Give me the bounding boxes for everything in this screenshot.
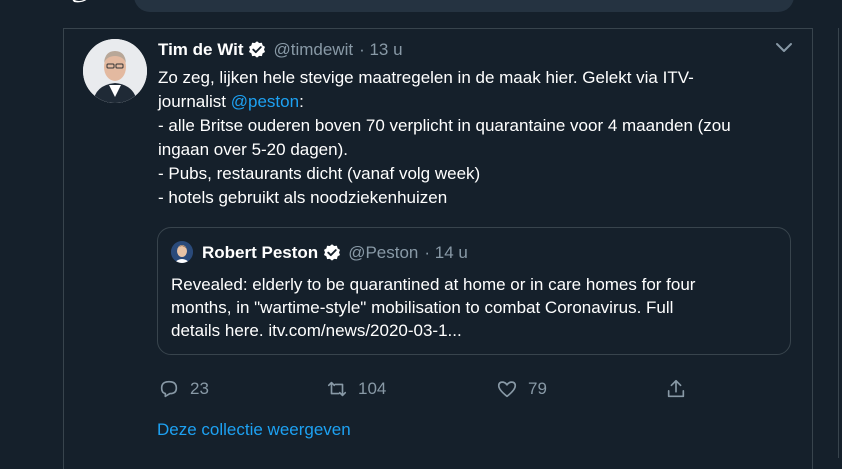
quoted-text: Revealed: elderly to be quarantined at h… xyxy=(171,273,781,342)
quoted-author-name: Robert Peston xyxy=(202,243,319,262)
reply-button[interactable]: 23 xyxy=(158,376,209,402)
quoted-avatar-photo xyxy=(171,241,193,263)
mention-link[interactable]: @peston xyxy=(231,92,299,111)
like-count: 79 xyxy=(528,379,547,398)
tweet-header: Tim de Wit @timdewit · 13 u xyxy=(158,38,403,62)
share-button[interactable] xyxy=(665,376,687,402)
tweet-text-segment: journalist xyxy=(158,92,231,111)
reply-icon xyxy=(160,380,178,398)
author-handle[interactable]: @timdewit xyxy=(273,40,353,60)
share-icon xyxy=(667,379,685,398)
retweet-count: 104 xyxy=(358,379,387,398)
reply-count: 23 xyxy=(190,379,209,398)
tweet-text-line: - hotels gebruikt als noodziekenhuizen xyxy=(158,188,448,207)
tweet-text-line: - alle Britse ouderen boven 70 verplicht… xyxy=(158,116,731,135)
search-input[interactable] xyxy=(134,0,794,12)
quoted-text-line: details here. itv.com/news/2020-03-1... xyxy=(171,321,462,340)
chevron-down-icon[interactable] xyxy=(774,40,794,56)
verified-badge-icon xyxy=(324,244,341,261)
quoted-text-line: months, in "wartime-style" mobilisation … xyxy=(171,298,674,317)
tweet-text-line: ingaan over 5-20 dagen). xyxy=(158,140,348,159)
quoted-text-line: Revealed: elderly to be quarantined at h… xyxy=(171,275,696,294)
retweet-icon xyxy=(327,381,347,397)
retweet-button[interactable]: 104 xyxy=(326,376,386,402)
avatar-photo xyxy=(83,39,147,103)
top-bar xyxy=(0,0,842,14)
tweet-text: Zo zeg, lijken hele stevige maatregelen … xyxy=(158,66,798,210)
tweet-text-line: journalist @peston: xyxy=(158,90,798,114)
divider xyxy=(838,28,839,458)
twitter-logo-icon[interactable] xyxy=(66,0,96,4)
tweet-actions: 23 104 79 xyxy=(158,376,698,402)
view-collection-link[interactable]: Deze collectie weergeven xyxy=(157,420,351,440)
like-icon xyxy=(497,381,517,398)
tweet-text-line: - Pubs, restaurants dicht (vanaf volg we… xyxy=(158,164,481,183)
verified-badge-icon xyxy=(249,41,266,58)
tweet-text-segment: : xyxy=(299,92,304,111)
quoted-avatar xyxy=(171,241,193,263)
quoted-time: · 14 u xyxy=(424,243,468,262)
quoted-tweet[interactable]: Robert Peston @Peston · 14 u Revealed: e… xyxy=(157,227,791,355)
quoted-header: Robert Peston @Peston · 14 u xyxy=(202,241,468,265)
like-button[interactable]: 79 xyxy=(496,376,547,402)
avatar[interactable] xyxy=(83,39,147,103)
tweet-text-line: Zo zeg, lijken hele stevige maatregelen … xyxy=(158,68,694,87)
quoted-author-handle: @Peston xyxy=(348,243,419,262)
tweet-time[interactable]: · 13 u xyxy=(359,40,402,60)
author-name[interactable]: Tim de Wit xyxy=(158,40,243,60)
